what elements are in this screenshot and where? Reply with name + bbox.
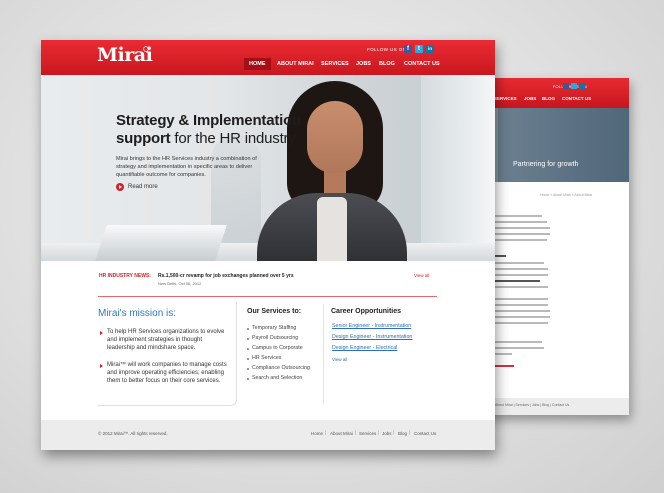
- breadcrumb[interactable]: Home » About Mirai » About Mirai: [540, 193, 592, 197]
- news-label: HR INDUSTRY NEWS:: [99, 273, 151, 279]
- mockup-stage: FOLLOW US ON SERVICES JOBS BLOG CONTACT …: [0, 0, 664, 493]
- follow-us-label: FOLLOW US ON: [367, 47, 407, 52]
- service-item[interactable]: Compliance Outsourcing: [252, 365, 310, 371]
- section-divider: [98, 296, 437, 297]
- hero-banner: [41, 75, 495, 261]
- inner-footer-links[interactable]: About Mirai | Services | Jobs | Blog | C…: [495, 403, 569, 407]
- greeked-text-line: [492, 316, 550, 318]
- twitter-icon[interactable]: [571, 83, 577, 89]
- footer-separator: |: [355, 430, 357, 436]
- hero-laptop: [95, 225, 227, 261]
- greeked-text-line: [492, 347, 544, 349]
- service-item[interactable]: Temporary Staffing: [252, 325, 296, 331]
- footer-link-contact[interactable]: Contact Us: [414, 431, 436, 436]
- news-headline[interactable]: Rs.1,500-cr revamp for job exchanges pla…: [158, 273, 294, 279]
- greeked-text-line: [492, 341, 542, 343]
- greeked-text-line: [492, 239, 547, 241]
- greeked-text-line: [492, 353, 512, 355]
- inner-nav-contact[interactable]: CONTACT US: [562, 96, 591, 101]
- inner-nav-jobs[interactable]: JOBS: [524, 96, 536, 101]
- greeked-text-line: [492, 268, 548, 270]
- service-item[interactable]: HR Services: [252, 355, 281, 361]
- logo-mark-icon: [143, 46, 149, 52]
- facebook-icon[interactable]: [563, 83, 569, 89]
- nav-home[interactable]: HOME: [244, 58, 271, 70]
- greeked-text-line: [492, 262, 544, 264]
- nav-jobs[interactable]: JOBS: [356, 58, 371, 70]
- careers-title: Career Opportunities: [331, 308, 402, 315]
- footer-separator: |: [378, 430, 380, 436]
- greeked-text-line: [492, 227, 550, 229]
- greeked-text-line: [492, 233, 550, 235]
- hero-person-shirt: [317, 197, 347, 261]
- service-item[interactable]: Search and Selection: [252, 375, 302, 381]
- hero-window-background: [421, 75, 495, 261]
- services-title: Our Services to:: [247, 308, 302, 315]
- greeked-text-line: [492, 310, 550, 312]
- hero-person-face: [307, 101, 363, 173]
- site-header: Mirai FOLLOW US ON f t in HOME ABOUT MIR…: [41, 40, 495, 75]
- greeked-text-line: [492, 286, 548, 288]
- footer-link-jobs[interactable]: Jobs: [382, 431, 392, 436]
- bullet-icon: [247, 328, 249, 330]
- bullet-icon: [247, 368, 249, 370]
- service-item[interactable]: Campus to Corporate: [252, 345, 303, 351]
- play-circle-icon[interactable]: [116, 183, 124, 191]
- greeked-text-line: [492, 221, 547, 223]
- bullet-icon: [247, 358, 249, 360]
- career-link[interactable]: Design Engineer - Instrumentation: [332, 334, 412, 340]
- greeked-text-line: [492, 298, 548, 300]
- greeked-text-line: [492, 322, 548, 324]
- bullet-icon: [247, 338, 249, 340]
- linkedin-icon[interactable]: [579, 83, 585, 89]
- hero-title: Strategy & Implementation support for th…: [116, 112, 302, 147]
- copyright-text: © 2012 Mirai™. All rights reserved.: [98, 431, 168, 436]
- bullet-icon: [247, 378, 249, 380]
- banner-title: Partnering for growth: [513, 161, 579, 168]
- read-more-link[interactable]: Read more: [128, 184, 158, 190]
- footer-link-services[interactable]: Services: [359, 431, 376, 436]
- column-divider: [323, 304, 324, 404]
- nav-blog[interactable]: BLOG: [379, 58, 395, 70]
- career-link[interactable]: Design Engineer - Electrical: [332, 345, 397, 351]
- news-view-all-link[interactable]: View all: [414, 273, 429, 278]
- footer-separator: |: [325, 430, 327, 436]
- mission-item: Mirai™ will work companies to manage cos…: [107, 362, 227, 384]
- service-item[interactable]: Payroll Outsourcing: [252, 335, 298, 341]
- footer-link-blog[interactable]: Blog: [398, 431, 407, 436]
- inner-nav-services[interactable]: SERVICES: [494, 96, 517, 101]
- nav-services[interactable]: SERVICES: [321, 58, 349, 70]
- footer-separator: |: [409, 430, 411, 436]
- mission-item: To help HR Services organizations to evo…: [107, 329, 225, 351]
- bullet-arrow-icon: [100, 364, 103, 368]
- greeked-text-line: [492, 304, 548, 306]
- home-page: Mirai FOLLOW US ON f t in HOME ABOUT MIR…: [41, 40, 495, 450]
- bullet-icon: [247, 348, 249, 350]
- greeked-text-line: [492, 274, 548, 276]
- footer-link-home[interactable]: Home: [311, 431, 323, 436]
- greeked-link[interactable]: [492, 365, 514, 367]
- footer-link-about[interactable]: About Mirai: [330, 431, 353, 436]
- hero-description: Mirai brings to the HR Services industry…: [116, 156, 257, 178]
- greeked-text-line: [492, 215, 542, 217]
- news-date: New Delhi, Oct 06, 2012: [158, 281, 202, 286]
- nav-contact-us[interactable]: CONTACT US: [404, 58, 440, 70]
- nav-about-mirai[interactable]: ABOUT MIRAI: [277, 58, 314, 70]
- career-link[interactable]: Senior Engineer - Instrumentation: [332, 323, 411, 329]
- careers-view-all-link[interactable]: View all: [332, 357, 347, 362]
- twitter-icon[interactable]: t: [415, 45, 423, 53]
- greeked-subheading: [492, 280, 540, 282]
- facebook-icon[interactable]: f: [404, 45, 412, 53]
- footer-separator: |: [393, 430, 395, 436]
- bullet-arrow-icon: [100, 331, 103, 335]
- linkedin-icon[interactable]: in: [426, 45, 434, 53]
- inner-nav-blog[interactable]: BLOG: [542, 96, 555, 101]
- mission-title: Mirai's mission is:: [98, 308, 177, 319]
